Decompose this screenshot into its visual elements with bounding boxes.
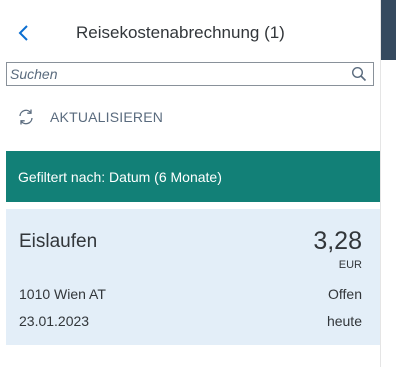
search-input[interactable] [7,63,343,85]
back-button[interactable] [12,20,34,46]
refresh-button[interactable]: AKTUALISIEREN [16,105,163,129]
refresh-label: AKTUALISIEREN [50,109,164,125]
list-header: Reisekostenabrechnung (1) [0,0,380,60]
filter-text: Gefiltert nach: Datum (6 Monate) [18,168,222,185]
expense-location: 1010 Wien AT [19,286,106,302]
list-item[interactable]: Eislaufen 3,28 EUR 1010 Wien AT Offen 23… [6,209,380,345]
chevron-left-icon [18,25,28,41]
search-icon[interactable] [351,66,367,82]
expense-currency: EUR [338,259,362,271]
expense-title: Eislaufen [19,231,98,252]
expense-status: Offen [328,286,362,302]
detail-panel-edge [380,0,396,367]
page-title: Reisekostenabrechnung (1) [76,23,285,42]
search-field[interactable] [6,62,374,86]
expense-relative-date: heute [326,313,362,329]
refresh-icon [19,109,33,125]
master-list-panel: Reisekostenabrechnung (1) AKTUALISIEREN … [0,0,380,367]
detail-header-bar [381,0,396,60]
expense-date: 23.01.2023 [19,313,90,329]
app-page: Reisekostenabrechnung (1) AKTUALISIEREN … [0,0,396,367]
filter-info-bar[interactable]: Gefiltert nach: Datum (6 Monate) [6,151,380,202]
expense-amount: 3,28 [313,227,362,255]
